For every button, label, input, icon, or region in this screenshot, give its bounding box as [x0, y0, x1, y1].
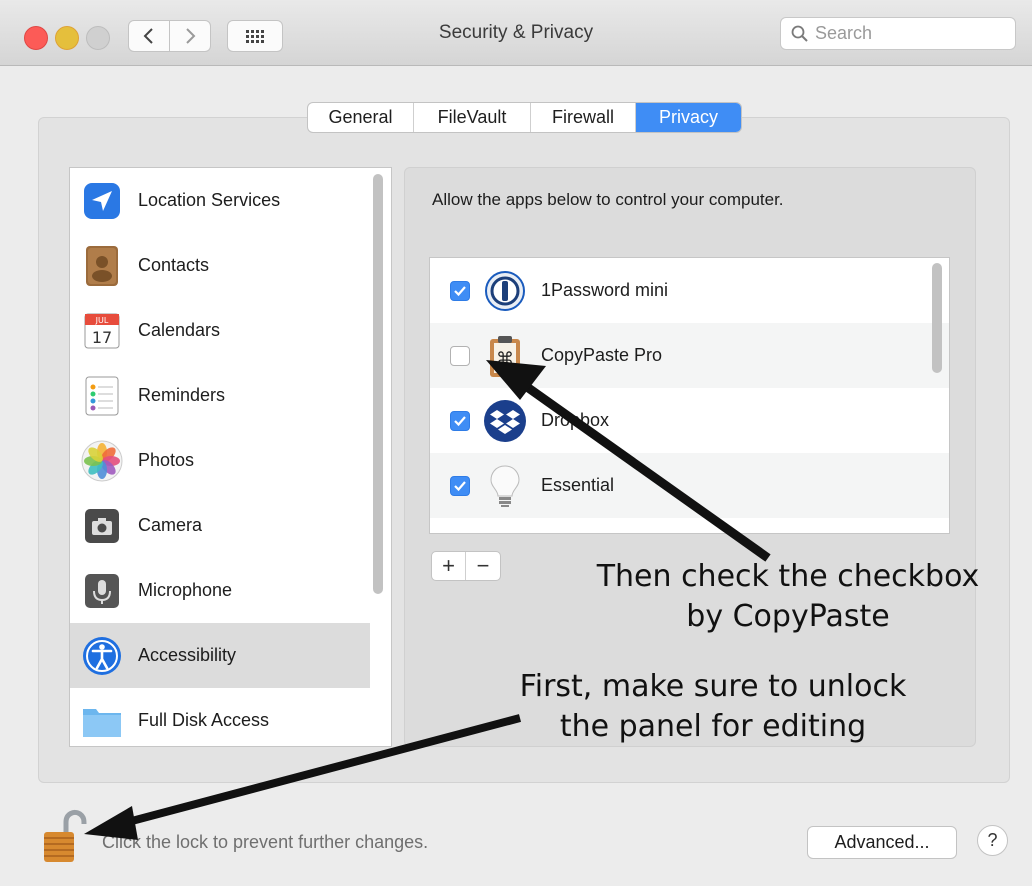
checkbox-annotation-line-2: by CopyPaste: [686, 599, 890, 634]
app-row-partial: [430, 518, 949, 533]
window-titlebar: Security & Privacy Search: [0, 0, 1032, 66]
lightbulb-icon: [482, 463, 528, 509]
lock-status-text: Click the lock to prevent further change…: [102, 832, 429, 852]
sidebar-item-label: Camera: [138, 515, 203, 535]
app-list-scrollbar[interactable]: [932, 263, 942, 373]
add-app-button[interactable]: +: [432, 552, 466, 580]
app-checkbox-essential[interactable]: [450, 475, 470, 496]
sidebar-item-label: Calendars: [138, 320, 221, 340]
photos-flower-icon: [80, 439, 124, 483]
app-label: Essential: [541, 475, 615, 495]
reminders-list-icon: [80, 374, 124, 418]
checkmark-icon: [454, 480, 466, 491]
svg-text:⌘: ⌘: [496, 349, 514, 370]
sidebar-item-contacts[interactable]: Contacts: [70, 233, 370, 298]
app-checkbox-1password-mini[interactable]: [450, 280, 470, 301]
sidebar-item-calendars[interactable]: JUL 17 Calendars: [70, 298, 370, 363]
tab-general[interactable]: General: [308, 103, 414, 132]
search-icon: [791, 25, 808, 42]
sidebar-item-full-disk-access[interactable]: Full Disk Access: [70, 688, 370, 746]
checkmark-icon: [454, 285, 466, 296]
add-remove-buttons: + −: [431, 551, 501, 581]
copypaste-clipboard-icon: ⌘: [482, 333, 528, 379]
sidebar-item-label: Location Services: [138, 190, 281, 210]
dropbox-icon: [482, 398, 528, 444]
calendar-icon: JUL 17: [80, 309, 124, 353]
app-label: CopyPaste Pro: [541, 345, 663, 365]
apps-description: Allow the apps below to control your com…: [432, 190, 784, 209]
unlock-annotation-line-1: First, make sure to unlock: [519, 669, 907, 704]
app-checkbox-copypaste-pro[interactable]: [450, 345, 470, 366]
onepassword-icon: [482, 268, 528, 314]
sidebar-item-reminders[interactable]: Reminders: [70, 363, 370, 428]
unlock-annotation: First, make sure to unlock the panel for…: [488, 667, 938, 747]
search-field[interactable]: Search: [780, 17, 1016, 50]
help-button[interactable]: ?: [977, 825, 1008, 856]
sidebar-item-location-services[interactable]: Location Services: [70, 168, 370, 233]
sidebar-item-label: Contacts: [138, 255, 210, 275]
app-label: Dropbox: [541, 410, 610, 430]
privacy-category-list[interactable]: Location Services Contacts JUL 17 Calend…: [69, 167, 392, 747]
tab-firewall[interactable]: Firewall: [531, 103, 636, 132]
advanced-button[interactable]: Advanced...: [807, 826, 957, 859]
sidebar-item-accessibility[interactable]: Accessibility: [70, 623, 370, 688]
tab-bar: General FileVault Firewall Privacy: [307, 102, 742, 133]
sidebar-item-label: Microphone: [138, 580, 233, 600]
app-checkbox-dropbox[interactable]: [450, 410, 470, 431]
tab-filevault[interactable]: FileVault: [414, 103, 531, 132]
remove-app-button[interactable]: −: [466, 552, 500, 580]
sidebar-item-microphone[interactable]: Microphone: [70, 558, 370, 623]
unlock-annotation-line-2: the panel for editing: [559, 709, 867, 744]
calendar-icon-month: JUL: [95, 316, 109, 325]
app-row-1password-mini[interactable]: 1Password mini: [430, 258, 949, 323]
sidebar-item-photos[interactable]: Photos: [70, 428, 370, 493]
accessibility-icon: [80, 634, 124, 678]
checkbox-annotation: Then check the checkbox by CopyPaste: [568, 557, 1008, 637]
app-row-essential[interactable]: Essential: [430, 453, 949, 518]
folder-icon: [80, 699, 124, 743]
app-list[interactable]: 1Password mini ⌘ CopyPaste Pro Dropbox E…: [429, 257, 950, 534]
sidebar-item-camera[interactable]: Camera: [70, 493, 370, 558]
tab-privacy[interactable]: Privacy: [636, 103, 741, 132]
sidebar-item-label: Accessibility: [138, 645, 237, 665]
sidebar-scrollbar[interactable]: [373, 174, 383, 594]
sidebar-item-label: Photos: [138, 450, 195, 470]
app-row-dropbox[interactable]: Dropbox: [430, 388, 949, 453]
lock-icon[interactable]: [40, 808, 92, 864]
app-row-copypaste-pro[interactable]: ⌘ CopyPaste Pro: [430, 323, 949, 388]
microphone-icon: [80, 569, 124, 613]
sidebar-item-label: Full Disk Access: [138, 710, 270, 730]
contacts-book-icon: [80, 244, 124, 288]
app-label: 1Password mini: [541, 280, 669, 300]
camera-icon: [80, 504, 124, 548]
search-placeholder: Search: [815, 23, 873, 43]
calendar-icon-day: 17: [92, 328, 112, 347]
location-arrow-icon: [80, 179, 124, 223]
sidebar-item-label: Reminders: [138, 385, 226, 405]
checkbox-annotation-line-1: Then check the checkbox: [596, 559, 980, 594]
checkmark-icon: [454, 415, 466, 426]
